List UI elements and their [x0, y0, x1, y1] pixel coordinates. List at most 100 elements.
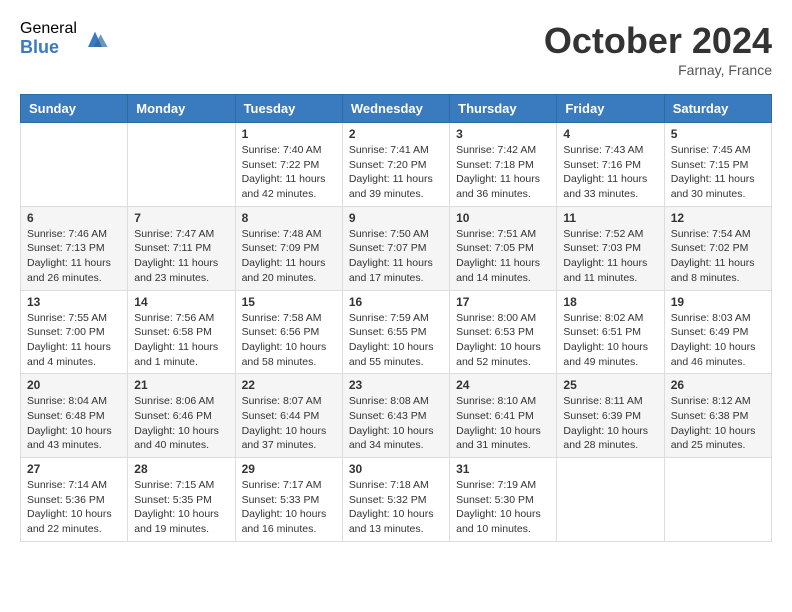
- day-info: Sunrise: 8:02 AM Sunset: 6:51 PM Dayligh…: [563, 311, 657, 370]
- calendar-cell: 18 Sunrise: 8:02 AM Sunset: 6:51 PM Dayli…: [557, 290, 664, 374]
- calendar-cell: 25 Sunrise: 8:11 AM Sunset: 6:39 PM Dayli…: [557, 374, 664, 458]
- calendar-week-row: 20Sunrise: 8:04 AM Sunset: 6:48 PM Dayli…: [21, 374, 772, 458]
- calendar-cell: 24Sunrise: 8:10 AM Sunset: 6:41 PM Dayli…: [450, 374, 557, 458]
- calendar-cell: 27 Sunrise: 7:14 AM Sunset: 5:36 PM Dayli…: [21, 458, 128, 542]
- day-number: 26: [671, 378, 765, 392]
- calendar-day-header: Monday: [128, 95, 235, 123]
- calendar-day-header: Sunday: [21, 95, 128, 123]
- day-info: Sunrise: 7:15 AM Sunset: 5:35 PM Dayligh…: [134, 478, 228, 537]
- calendar-cell: 8 Sunrise: 7:48 AM Sunset: 7:09 PM Daylig…: [235, 206, 342, 290]
- day-info: Sunrise: 8:00 AM Sunset: 6:53 PM Dayligh…: [456, 311, 550, 370]
- day-info: Sunrise: 8:03 AM Sunset: 6:49 PM Dayligh…: [671, 311, 765, 370]
- calendar-day-header: Thursday: [450, 95, 557, 123]
- day-info: Sunrise: 7:50 AM Sunset: 7:07 PM Dayligh…: [349, 227, 443, 286]
- day-info: Sunrise: 7:19 AM Sunset: 5:30 PM Dayligh…: [456, 478, 550, 537]
- calendar-cell: 20Sunrise: 8:04 AM Sunset: 6:48 PM Dayli…: [21, 374, 128, 458]
- day-number: 11: [563, 211, 657, 225]
- logo: General Blue: [20, 20, 109, 57]
- day-info: Sunrise: 8:07 AM Sunset: 6:44 PM Dayligh…: [242, 394, 336, 453]
- month-title: October 2024: [544, 20, 772, 62]
- day-number: 23: [349, 378, 443, 392]
- calendar-cell: [557, 458, 664, 542]
- day-info: Sunrise: 8:12 AM Sunset: 6:38 PM Dayligh…: [671, 394, 765, 453]
- calendar-cell: 28 Sunrise: 7:15 AM Sunset: 5:35 PM Dayli…: [128, 458, 235, 542]
- day-number: 29: [242, 462, 336, 476]
- day-number: 25: [563, 378, 657, 392]
- calendar-cell: 17 Sunrise: 8:00 AM Sunset: 6:53 PM Dayli…: [450, 290, 557, 374]
- day-number: 15: [242, 295, 336, 309]
- day-info: Sunrise: 8:10 AM Sunset: 6:41 PM Dayligh…: [456, 394, 550, 453]
- day-info: Sunrise: 7:56 AM Sunset: 6:58 PM Dayligh…: [134, 311, 228, 370]
- calendar-header-row: SundayMondayTuesdayWednesdayThursdayFrid…: [21, 95, 772, 123]
- calendar-table: SundayMondayTuesdayWednesdayThursdayFrid…: [20, 94, 772, 542]
- day-info: Sunrise: 8:04 AM Sunset: 6:48 PM Dayligh…: [27, 394, 121, 453]
- calendar-day-header: Wednesday: [342, 95, 449, 123]
- day-info: Sunrise: 7:48 AM Sunset: 7:09 PM Dayligh…: [242, 227, 336, 286]
- calendar-cell: 2 Sunrise: 7:41 AM Sunset: 7:20 PM Daylig…: [342, 123, 449, 207]
- calendar-day-header: Saturday: [664, 95, 771, 123]
- calendar-cell: 19 Sunrise: 8:03 AM Sunset: 6:49 PM Dayli…: [664, 290, 771, 374]
- calendar-cell: 22 Sunrise: 8:07 AM Sunset: 6:44 PM Dayli…: [235, 374, 342, 458]
- day-info: Sunrise: 8:06 AM Sunset: 6:46 PM Dayligh…: [134, 394, 228, 453]
- calendar-week-row: 13 Sunrise: 7:55 AM Sunset: 7:00 PM Dayli…: [21, 290, 772, 374]
- calendar-cell: 14 Sunrise: 7:56 AM Sunset: 6:58 PM Dayli…: [128, 290, 235, 374]
- day-info: Sunrise: 7:54 AM Sunset: 7:02 PM Dayligh…: [671, 227, 765, 286]
- calendar-cell: 9Sunrise: 7:50 AM Sunset: 7:07 PM Daylig…: [342, 206, 449, 290]
- day-info: Sunrise: 7:52 AM Sunset: 7:03 PM Dayligh…: [563, 227, 657, 286]
- day-number: 5: [671, 127, 765, 141]
- day-info: Sunrise: 7:46 AM Sunset: 7:13 PM Dayligh…: [27, 227, 121, 286]
- calendar-week-row: 1 Sunrise: 7:40 AM Sunset: 7:22 PM Daylig…: [21, 123, 772, 207]
- calendar-cell: [21, 123, 128, 207]
- day-number: 12: [671, 211, 765, 225]
- page-header: General Blue October 2024 Farnay, France: [20, 20, 772, 78]
- calendar-cell: 30 Sunrise: 7:18 AM Sunset: 5:32 PM Dayli…: [342, 458, 449, 542]
- day-info: Sunrise: 7:41 AM Sunset: 7:20 PM Dayligh…: [349, 143, 443, 202]
- day-number: 19: [671, 295, 765, 309]
- calendar-cell: 16 Sunrise: 7:59 AM Sunset: 6:55 PM Dayli…: [342, 290, 449, 374]
- calendar-cell: 29 Sunrise: 7:17 AM Sunset: 5:33 PM Dayli…: [235, 458, 342, 542]
- day-number: 2: [349, 127, 443, 141]
- day-info: Sunrise: 7:58 AM Sunset: 6:56 PM Dayligh…: [242, 311, 336, 370]
- day-info: Sunrise: 7:40 AM Sunset: 7:22 PM Dayligh…: [242, 143, 336, 202]
- title-section: October 2024 Farnay, France: [544, 20, 772, 78]
- day-info: Sunrise: 7:17 AM Sunset: 5:33 PM Dayligh…: [242, 478, 336, 537]
- day-number: 7: [134, 211, 228, 225]
- day-number: 3: [456, 127, 550, 141]
- day-number: 28: [134, 462, 228, 476]
- calendar-cell: 1 Sunrise: 7:40 AM Sunset: 7:22 PM Daylig…: [235, 123, 342, 207]
- day-number: 4: [563, 127, 657, 141]
- calendar-day-header: Friday: [557, 95, 664, 123]
- calendar-cell: 23Sunrise: 8:08 AM Sunset: 6:43 PM Dayli…: [342, 374, 449, 458]
- day-number: 13: [27, 295, 121, 309]
- calendar-cell: [128, 123, 235, 207]
- day-number: 18: [563, 295, 657, 309]
- calendar-cell: 7 Sunrise: 7:47 AM Sunset: 7:11 PM Daylig…: [128, 206, 235, 290]
- calendar-cell: 5Sunrise: 7:45 AM Sunset: 7:15 PM Daylig…: [664, 123, 771, 207]
- day-info: Sunrise: 7:47 AM Sunset: 7:11 PM Dayligh…: [134, 227, 228, 286]
- calendar-cell: 4Sunrise: 7:43 AM Sunset: 7:16 PM Daylig…: [557, 123, 664, 207]
- day-number: 8: [242, 211, 336, 225]
- day-info: Sunrise: 7:18 AM Sunset: 5:32 PM Dayligh…: [349, 478, 443, 537]
- calendar-cell: 12 Sunrise: 7:54 AM Sunset: 7:02 PM Dayli…: [664, 206, 771, 290]
- logo-general: General: [20, 20, 77, 38]
- day-info: Sunrise: 8:11 AM Sunset: 6:39 PM Dayligh…: [563, 394, 657, 453]
- logo-text: General Blue: [20, 20, 77, 57]
- calendar-day-header: Tuesday: [235, 95, 342, 123]
- day-number: 17: [456, 295, 550, 309]
- day-number: 27: [27, 462, 121, 476]
- day-info: Sunrise: 7:14 AM Sunset: 5:36 PM Dayligh…: [27, 478, 121, 537]
- day-number: 6: [27, 211, 121, 225]
- calendar-cell: 6 Sunrise: 7:46 AM Sunset: 7:13 PM Daylig…: [21, 206, 128, 290]
- day-number: 1: [242, 127, 336, 141]
- day-number: 14: [134, 295, 228, 309]
- day-info: Sunrise: 7:59 AM Sunset: 6:55 PM Dayligh…: [349, 311, 443, 370]
- day-number: 30: [349, 462, 443, 476]
- day-info: Sunrise: 7:42 AM Sunset: 7:18 PM Dayligh…: [456, 143, 550, 202]
- day-number: 16: [349, 295, 443, 309]
- day-number: 22: [242, 378, 336, 392]
- day-number: 21: [134, 378, 228, 392]
- calendar-cell: 15 Sunrise: 7:58 AM Sunset: 6:56 PM Dayli…: [235, 290, 342, 374]
- calendar-cell: 3 Sunrise: 7:42 AM Sunset: 7:18 PM Daylig…: [450, 123, 557, 207]
- day-info: Sunrise: 7:55 AM Sunset: 7:00 PM Dayligh…: [27, 311, 121, 370]
- calendar-cell: 13 Sunrise: 7:55 AM Sunset: 7:00 PM Dayli…: [21, 290, 128, 374]
